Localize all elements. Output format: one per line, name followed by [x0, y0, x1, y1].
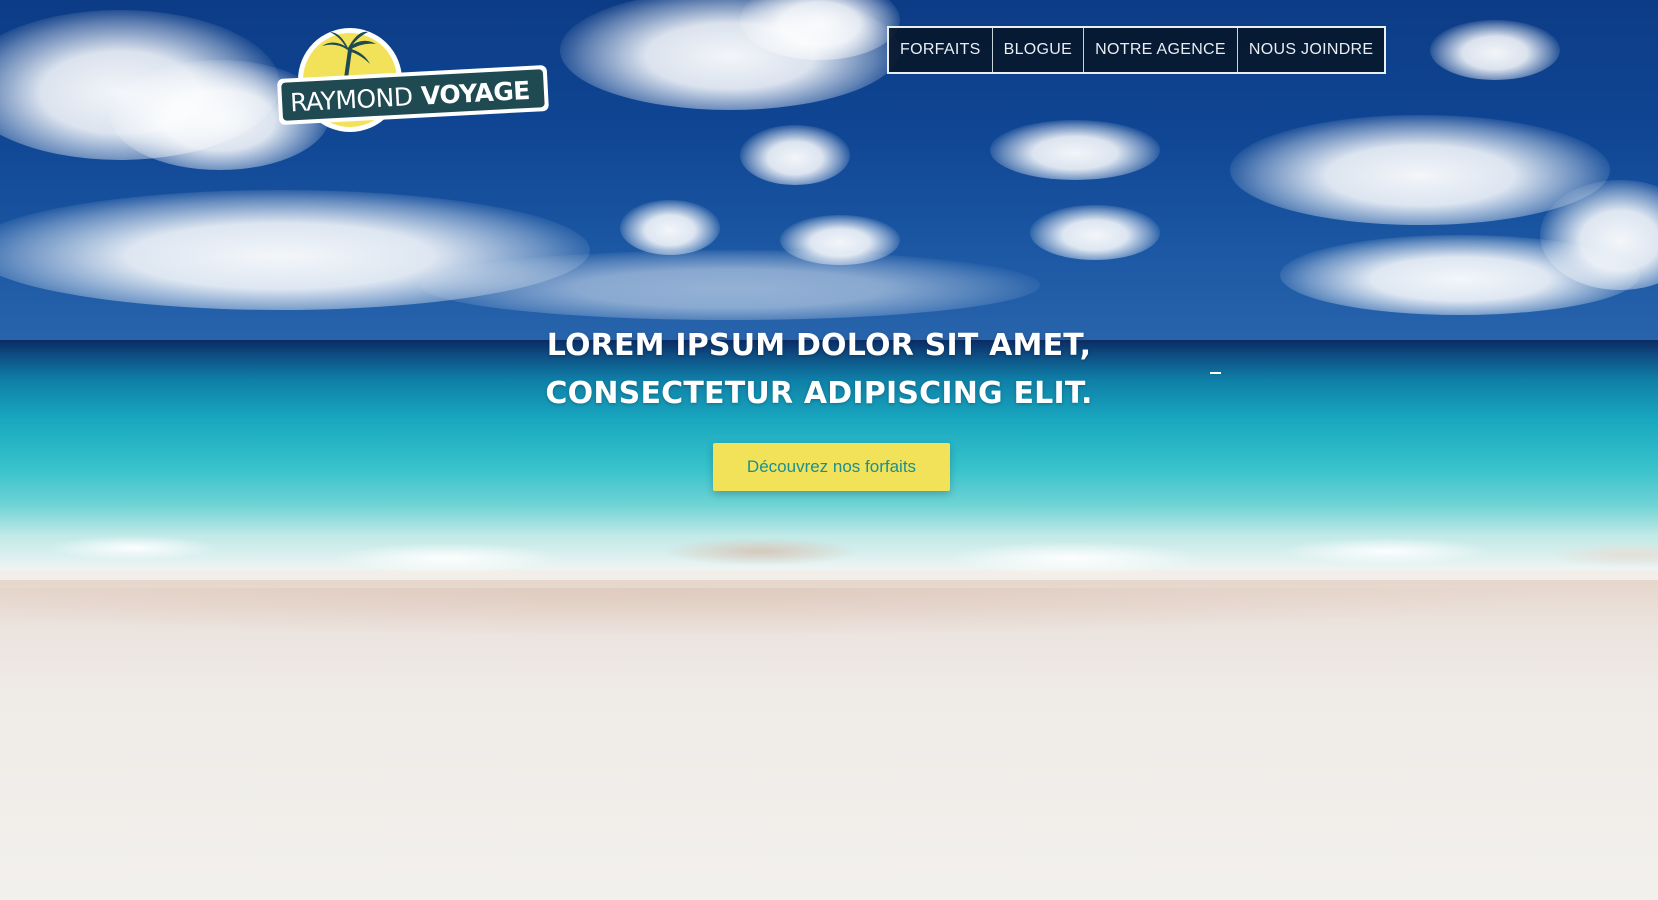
- cloud: [1430, 20, 1560, 80]
- decorative-dash: [1210, 372, 1221, 374]
- wet-sand: [0, 588, 1658, 668]
- cloud: [1280, 235, 1640, 315]
- site-logo[interactable]: RAYMOND VOYAGE: [276, 24, 550, 134]
- nav-item-notre-agence[interactable]: NOTRE AGENCE: [1084, 28, 1238, 72]
- logo-text-part2: VOYAGE: [420, 76, 530, 111]
- cloud: [620, 200, 720, 255]
- wave-foam: [0, 520, 1658, 590]
- discover-packages-button[interactable]: Découvrez nos forfaits: [713, 443, 950, 491]
- hero-title-line-1: LOREM IPSUM DOLOR SIT AMET,: [546, 328, 1092, 363]
- palm-island-sun-icon: RAYMOND VOYAGE: [277, 28, 549, 132]
- nav-item-blogue[interactable]: BLOGUE: [993, 28, 1085, 72]
- cloud: [1030, 205, 1160, 260]
- hero-title: LOREM IPSUM DOLOR SIT AMET, CONSECTETUR …: [479, 322, 1159, 418]
- main-navigation: FORFAITS BLOGUE NOTRE AGENCE NOUS JOINDR…: [887, 26, 1387, 74]
- cloud: [990, 120, 1160, 180]
- nav-item-forfaits[interactable]: FORFAITS: [889, 28, 993, 72]
- cloud: [740, 125, 850, 185]
- landing-page: RAYMOND VOYAGE FORFAITS BLOGUE NOTRE AGE…: [0, 0, 1658, 900]
- cloud: [420, 250, 1040, 320]
- nav-item-nous-joindre[interactable]: NOUS JOINDRE: [1238, 28, 1385, 72]
- hero-title-line-2: CONSECTETUR ADIPISCING ELIT.: [545, 376, 1093, 411]
